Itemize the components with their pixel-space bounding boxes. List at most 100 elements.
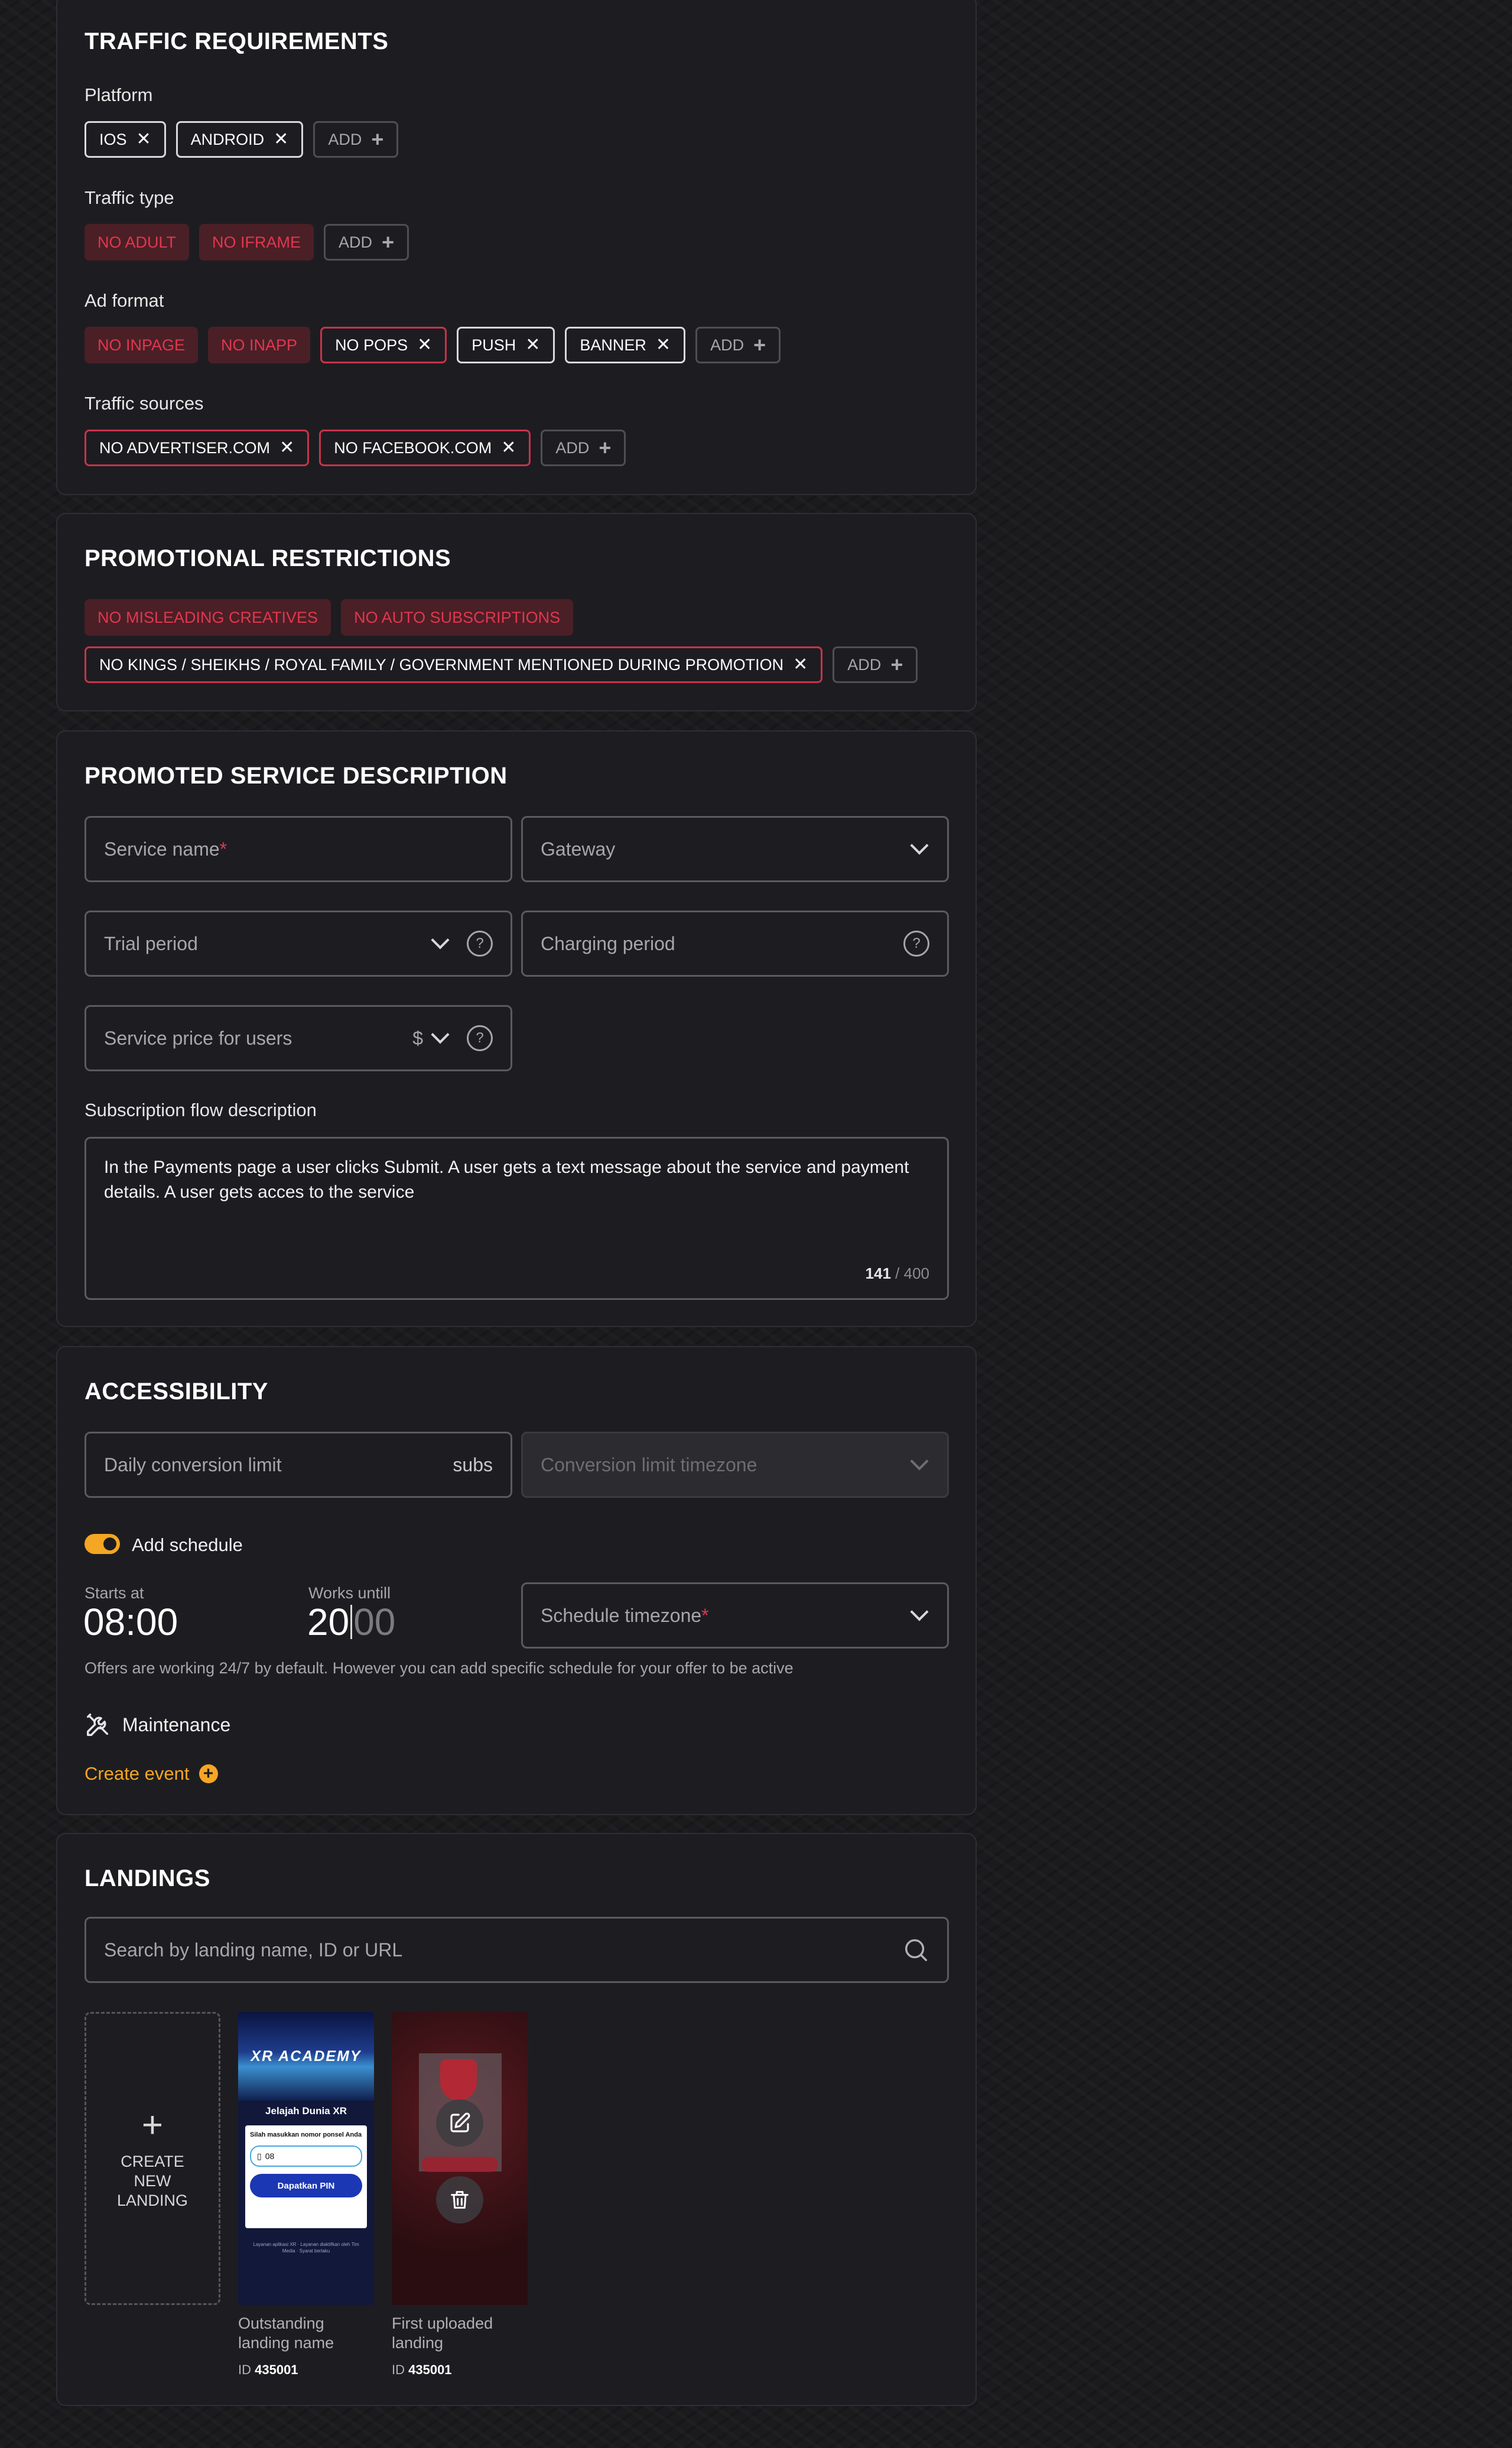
search-placeholder: Search by landing name, ID or URL: [104, 1939, 403, 1961]
landing-preview-prompt: Silah masukkan nomor ponsel Anda: [250, 2131, 362, 2138]
chip-no-kings: NO KINGS / SHEIKHS / ROYAL FAMILY / GOVE…: [84, 646, 823, 683]
close-icon[interactable]: ✕: [656, 336, 671, 354]
starts-at-value[interactable]: 08:00: [83, 1603, 178, 1641]
help-icon[interactable]: ?: [467, 1025, 493, 1051]
charging-period-placeholder: Charging period: [541, 932, 675, 954]
plus-icon: +: [382, 230, 395, 254]
landing-id-value: 435001: [408, 2362, 452, 2377]
close-icon[interactable]: ✕: [793, 656, 808, 674]
landings-title: LANDINGS: [84, 1865, 210, 1891]
charging-period-field[interactable]: Charging period ?: [521, 911, 949, 977]
schedule-timezone-select[interactable]: Schedule timezone*: [521, 1582, 949, 1649]
landing-card-1[interactable]: XR ACADEMY Jelajah Dunia XR Silah masukk…: [238, 2012, 374, 2305]
add-label: ADD: [339, 233, 373, 251]
edit-landing-button[interactable]: [436, 2099, 483, 2147]
trial-period-placeholder: Trial period: [104, 932, 198, 954]
schedule-note: Offers are working 24/7 by default. Howe…: [84, 1659, 794, 1677]
maintenance-label: Maintenance: [122, 1714, 231, 1735]
toggle-knob: [103, 1537, 116, 1550]
daily-limit-placeholder: Daily conversion limit: [104, 1454, 282, 1475]
traffic-sources-add-button[interactable]: ADD +: [541, 430, 626, 466]
promotional-restrictions-title: PROMOTIONAL RESTRICTIONS: [84, 545, 451, 571]
landing-brand-text: XR ACADEMY: [251, 2047, 362, 2065]
required-mark: *: [219, 838, 227, 860]
help-icon[interactable]: ?: [903, 931, 929, 957]
platform-add-button[interactable]: ADD +: [313, 121, 399, 158]
help-icon[interactable]: ?: [467, 931, 493, 957]
ad-format-add-button[interactable]: ADD +: [695, 327, 781, 363]
chip-no-misleading: NO MISLEADING CREATIVES: [84, 599, 331, 636]
landing-search-input[interactable]: Search by landing name, ID or URL: [84, 1917, 949, 1983]
tools-icon: [87, 1714, 109, 1736]
landing-name-2: First uploaded landing: [392, 2314, 493, 2352]
traffic-sources-chips: NO ADVERTISER.COM ✕ NO FACEBOOK.COM ✕ ADD +: [84, 430, 626, 466]
service-name-field[interactable]: Service name *: [84, 816, 512, 882]
add-label: ADD: [847, 655, 882, 674]
chip-label: ANDROID: [190, 130, 265, 148]
close-icon[interactable]: ✕: [279, 439, 294, 457]
chip-label: NO POPS: [335, 336, 408, 354]
schedule-toggle[interactable]: [84, 1534, 120, 1554]
close-icon[interactable]: ✕: [274, 131, 288, 148]
create-event-label: Create event: [84, 1763, 190, 1784]
schedule-timezone-text: Schedule timezone: [541, 1604, 702, 1626]
trial-period-select[interactable]: Trial period ?: [84, 911, 512, 977]
service-name-placeholder: Service name: [104, 838, 220, 860]
create-new-landing-label: CREATE NEW LANDING: [116, 2152, 188, 2209]
chip-no-auto-subscriptions: NO AUTO SUBSCRIPTIONS: [341, 599, 574, 636]
landing-card-2[interactable]: [392, 2012, 528, 2305]
gateway-placeholder: Gateway: [541, 838, 616, 860]
edit-icon: [450, 2112, 470, 2132]
close-icon[interactable]: ✕: [525, 336, 540, 354]
works-until-label: Works untill: [308, 1584, 391, 1602]
landing-preview-header: XR ACADEMY: [238, 2012, 374, 2101]
chip-no-adult: NO ADULT: [84, 224, 190, 261]
landing-preview-phone-value: 08: [265, 2151, 275, 2161]
close-icon[interactable]: ✕: [501, 439, 516, 457]
chevron-down-icon: [910, 836, 929, 855]
add-label: ADD: [328, 130, 362, 148]
plus-circle-icon: +: [199, 1764, 218, 1783]
chip-no-facebook: NO FACEBOOK.COM ✕: [319, 430, 531, 466]
delete-landing-button[interactable]: [436, 2176, 483, 2223]
promotional-restrictions-card: PROMOTIONAL RESTRICTIONS NO MISLEADING C…: [56, 513, 977, 711]
currency-select[interactable]: $: [412, 1028, 423, 1049]
search-icon: [905, 1939, 927, 1961]
accessibility-card: ACCESSIBILITY Daily conversion limit sub…: [56, 1346, 977, 1815]
chip-label: NO FACEBOOK.COM: [334, 438, 492, 457]
promo-add-button[interactable]: ADD +: [833, 646, 918, 683]
landing-preview-button: Dapatkan PIN: [250, 2174, 362, 2197]
create-event-button[interactable]: Create event +: [84, 1763, 218, 1784]
chevron-down-icon: [910, 1452, 929, 1471]
close-icon[interactable]: ✕: [136, 131, 151, 148]
gateway-select[interactable]: Gateway: [521, 816, 949, 882]
add-schedule-label: Add schedule: [132, 1535, 243, 1555]
landings-card: LANDINGS Search by landing name, ID or U…: [56, 1833, 977, 2406]
chip-no-iframe: NO IFRAME: [199, 224, 314, 261]
close-icon[interactable]: ✕: [417, 336, 432, 354]
subscription-flow-textarea[interactable]: In the Payments page a user clicks Submi…: [84, 1137, 949, 1300]
chip-label: NO ADVERTISER.COM: [99, 438, 271, 457]
landing-preview-phone: ▯ 08: [250, 2145, 362, 2167]
plus-icon: +: [141, 2104, 164, 2145]
create-new-landing-button[interactable]: + CREATE NEW LANDING: [84, 2012, 220, 2305]
starts-at-label: Starts at: [84, 1584, 144, 1602]
traffic-type-label: Traffic type: [84, 187, 174, 208]
landing-id-2: ID 435001: [392, 2362, 452, 2378]
plus-icon: +: [371, 127, 384, 151]
ad-format-chips: NO INPAGE NO INAPP NO POPS ✕ PUSH ✕ BANNER…: [84, 327, 781, 363]
traffic-type-add-button[interactable]: ADD +: [324, 224, 409, 261]
add-label: ADD: [555, 438, 590, 457]
landing-preview-button-2: [421, 2157, 498, 2172]
works-hours: 20: [307, 1601, 350, 1643]
char-counter: 141 / 400: [866, 1264, 929, 1283]
service-price-field[interactable]: Service price for users $ ?: [84, 1005, 512, 1071]
landing-preview-footer: Layanan aplikasi XR · Layanan diaktifkan…: [253, 2242, 359, 2254]
schedule-timezone-placeholder: Schedule timezone*: [541, 1605, 913, 1627]
traffic-requirements-title: TRAFFIC REQUIREMENTS: [84, 28, 389, 54]
traffic-type-chips: NO ADULT NO IFRAME ADD +: [84, 224, 409, 261]
chip-label: IOS: [99, 130, 127, 148]
platform-chips: IOS ✕ ANDROID ✕ ADD +: [84, 121, 399, 158]
daily-conversion-limit-field[interactable]: Daily conversion limit subs: [84, 1432, 512, 1498]
works-until-value[interactable]: 20 00: [307, 1603, 395, 1641]
